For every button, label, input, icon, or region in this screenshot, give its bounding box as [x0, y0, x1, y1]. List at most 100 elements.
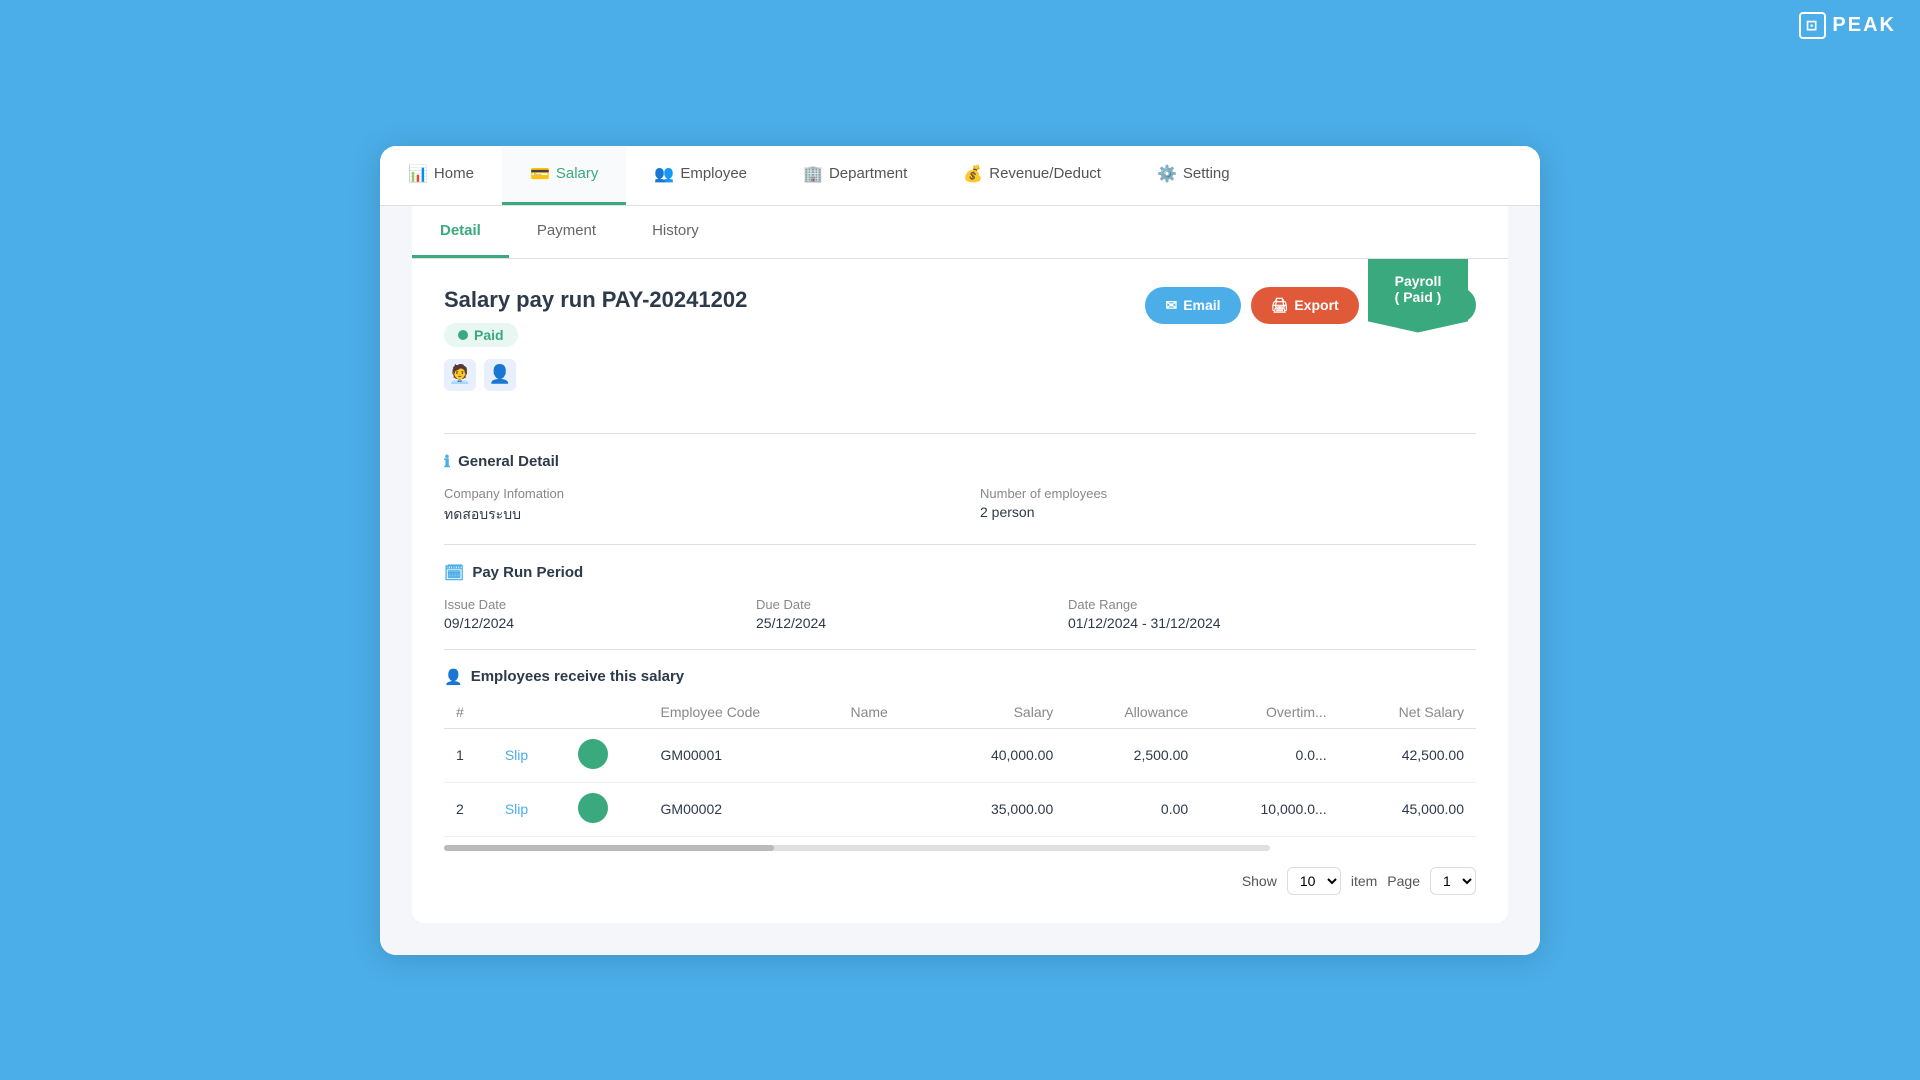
page-select[interactable]: 1 2 [1430, 867, 1476, 895]
row2-num: 2 [444, 782, 493, 836]
nav-department-label: Department [829, 165, 907, 182]
scroll-thumb[interactable] [444, 845, 774, 851]
col-salary: Salary [933, 696, 1066, 729]
setting-icon: ⚙️ [1157, 164, 1177, 184]
row2-name [838, 782, 932, 836]
nav-setting[interactable]: ⚙️ Setting [1129, 146, 1258, 205]
export-icon: 🖨 [1271, 297, 1289, 314]
nav-employee[interactable]: 👥 Employee [626, 146, 775, 205]
row2-salary: 35,000.00 [933, 782, 1066, 836]
detail-header: Salary pay run PAY-20241202 Paid 🧑‍💼 👤 [444, 287, 1476, 415]
revenue-icon: 💰 [963, 164, 983, 184]
nav-salary-label: Salary [556, 165, 599, 182]
title-section: Salary pay run PAY-20241202 Paid 🧑‍💼 👤 [444, 287, 747, 415]
period-grid: Issue Date 09/12/2024 Due Date 25/12/202… [444, 597, 1476, 631]
email-button[interactable]: ✉ Email [1145, 287, 1240, 324]
pagination-bar: Show 10 20 50 item Page 1 2 [444, 867, 1476, 895]
general-detail-grid: Company Infomation ทดสอบระบบ Number of e… [444, 486, 1476, 526]
top-bar: ⊡ PEAK [1775, 0, 1920, 51]
issue-date-label: Issue Date [444, 597, 716, 612]
home-icon: 📊 [408, 164, 428, 184]
scroll-track[interactable] [444, 845, 1270, 851]
main-container: 📊 Home 💳 Salary 👥 Employee 🏢 Department … [380, 146, 1540, 955]
tabs-bar: Detail Payment History [412, 206, 1508, 259]
tab-payment[interactable]: Payment [509, 206, 624, 258]
row2-overtime: 10,000.0... [1200, 782, 1339, 836]
employees-value: 2 person [980, 504, 1476, 520]
avatar-icon-2: 👤 [484, 359, 516, 391]
email-icon: ✉ [1165, 297, 1177, 314]
row2-slip[interactable]: Slip [493, 782, 566, 836]
nav-revenue-label: Revenue/Deduct [989, 165, 1101, 182]
pay-run-period-section: 🗓 Pay Run Period Issue Date 09/12/2024 D… [444, 563, 1476, 631]
salary-icon: 💳 [530, 164, 550, 184]
divider-2 [444, 544, 1476, 545]
period-title: 🗓 Pay Run Period [444, 563, 1476, 583]
company-label: Company Infomation [444, 486, 940, 501]
nav-department[interactable]: 🏢 Department [775, 146, 935, 205]
payroll-banner-line1: Payroll [1390, 273, 1446, 289]
row2-code: GM00002 [649, 782, 839, 836]
show-label: Show [1242, 873, 1277, 889]
item-label: item [1351, 873, 1377, 889]
export-button[interactable]: 🖨 Export [1251, 287, 1359, 324]
payroll-banner-line2: ( Paid ) [1390, 289, 1446, 305]
table-wrapper[interactable]: # Employee Code Name Salary [444, 696, 1476, 859]
payroll-banner: Payroll ( Paid ) [1368, 259, 1468, 333]
person-icon: 👤 [444, 668, 463, 686]
issue-date-block: Issue Date 09/12/2024 [444, 597, 716, 631]
row1-code: GM00001 [649, 728, 839, 782]
date-range-block: Date Range 01/12/2024 - 31/12/2024 [1068, 597, 1476, 631]
avatar-row: 🧑‍💼 👤 [444, 359, 747, 391]
col-name: Name [838, 696, 932, 729]
peak-logo-text: PEAK [1832, 14, 1896, 37]
calendar-icon: 🗓 [444, 563, 464, 583]
row1-num: 1 [444, 728, 493, 782]
employees-count-block: Number of employees 2 person [980, 486, 1476, 526]
table-row: 2 Slip GM00002 35,000.00 0.00 [444, 782, 1476, 836]
paid-badge: Paid [444, 323, 518, 347]
general-detail-section: ℹ General Detail Company Infomation ทดสอ… [444, 452, 1476, 526]
due-date-value: 25/12/2024 [756, 615, 1028, 631]
col-overtime: Overtim... [1200, 696, 1339, 729]
employees-table: # Employee Code Name Salary [444, 696, 1476, 837]
general-detail-title: ℹ General Detail [444, 452, 1476, 472]
nav-home[interactable]: 📊 Home [380, 146, 502, 205]
department-icon: 🏢 [803, 164, 823, 184]
nav-revenue-deduct[interactable]: 💰 Revenue/Deduct [935, 146, 1129, 205]
row1-name [838, 728, 932, 782]
employees-table-title: 👤 Employees receive this salary [444, 668, 1476, 686]
detail-panel: Payroll ( Paid ) Salary pay run PAY-2024… [412, 259, 1508, 923]
issue-date-value: 09/12/2024 [444, 615, 716, 631]
nav-salary[interactable]: 💳 Salary [502, 146, 626, 205]
row1-net-salary: 42,500.00 [1339, 728, 1476, 782]
row2-avatar [566, 782, 649, 836]
col-num: # [444, 696, 493, 729]
employee-avatar-1 [578, 739, 608, 769]
nav-home-label: Home [434, 165, 474, 182]
due-date-label: Due Date [756, 597, 1028, 612]
peak-logo-icon: ⊡ [1799, 12, 1827, 39]
info-icon: ℹ [444, 452, 450, 472]
col-allowance: Allowance [1065, 696, 1200, 729]
tab-detail[interactable]: Detail [412, 206, 509, 258]
divider-3 [444, 649, 1476, 650]
row1-slip[interactable]: Slip [493, 728, 566, 782]
due-date-block: Due Date 25/12/2024 [756, 597, 1028, 631]
col-employee-code: Employee Code [649, 696, 839, 729]
tab-history[interactable]: History [624, 206, 727, 258]
avatar-icon-1: 🧑‍💼 [444, 359, 476, 391]
row1-avatar [566, 728, 649, 782]
paid-dot [458, 330, 468, 340]
col-slip [493, 696, 566, 729]
employee-avatar-2 [578, 793, 608, 823]
nav-employee-label: Employee [680, 165, 747, 182]
date-range-value: 01/12/2024 - 31/12/2024 [1068, 615, 1476, 631]
date-range-label: Date Range [1068, 597, 1476, 612]
company-info-block: Company Infomation ทดสอบระบบ [444, 486, 940, 526]
table-row: 1 Slip GM00001 40,000.00 2,500 [444, 728, 1476, 782]
row2-allowance: 0.00 [1065, 782, 1200, 836]
show-select[interactable]: 10 20 50 [1287, 867, 1341, 895]
employees-label: Number of employees [980, 486, 1476, 501]
row1-allowance: 2,500.00 [1065, 728, 1200, 782]
